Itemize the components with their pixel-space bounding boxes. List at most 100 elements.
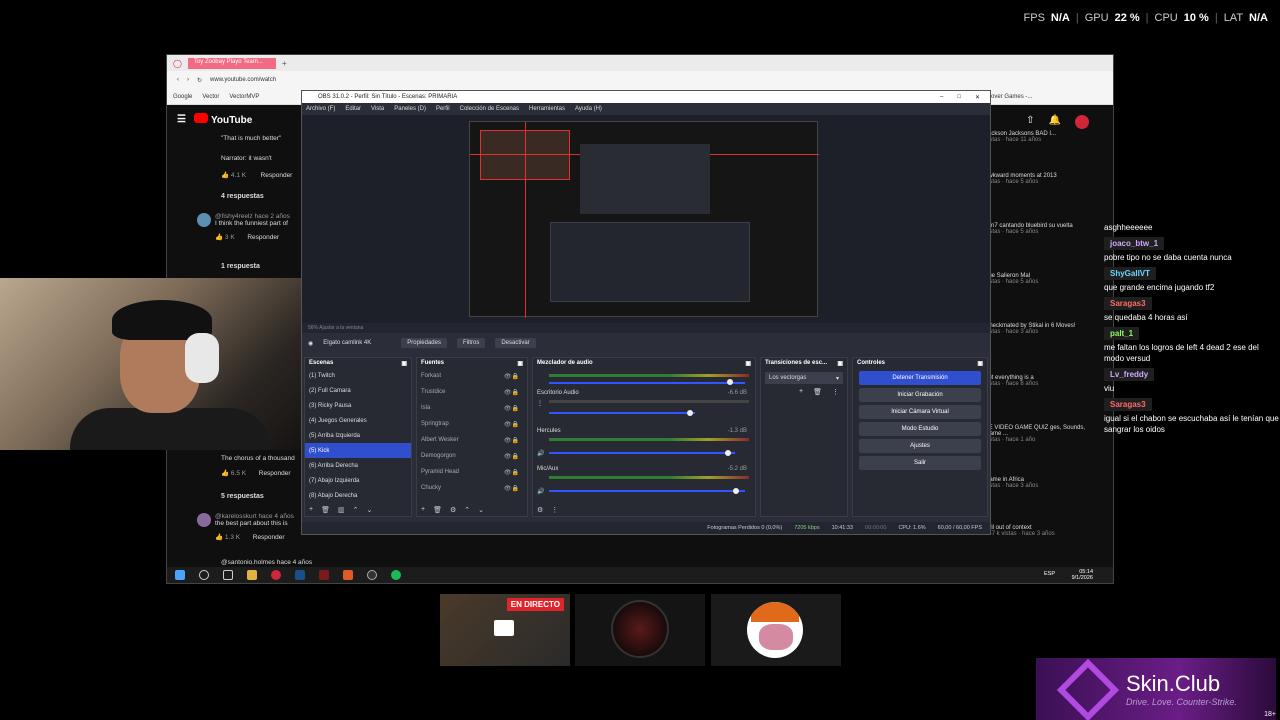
dock-menu-icon[interactable]: ▣	[401, 360, 407, 367]
live-card[interactable]: EN DIRECTO	[440, 594, 570, 666]
channel-menu-icon[interactable]: ⋮	[537, 400, 543, 407]
menu-coleccion[interactable]: Colección de Escenas	[460, 106, 519, 112]
bell-icon[interactable]: 🔔	[1049, 115, 1061, 129]
obs-preview[interactable]	[302, 115, 990, 323]
explorer-icon[interactable]	[247, 570, 257, 580]
gear-icon[interactable]: ⚙	[450, 506, 456, 514]
forward-icon[interactable]: ›	[187, 77, 189, 83]
volume-fader[interactable]	[549, 412, 695, 414]
source-item[interactable]: Pyramid Head 👁🔒	[417, 464, 527, 480]
menu-dots-icon[interactable]: ⋮	[832, 388, 839, 396]
rec-item[interactable]: TE VIDEO GAME QUIZ ges, Sounds, Game ...…	[985, 425, 1103, 443]
menu-vista[interactable]: Vista	[371, 106, 384, 112]
opera-icon[interactable]: ◯	[173, 59, 182, 68]
dock-menu-icon[interactable]: ▣	[837, 360, 843, 367]
bookmark-vector[interactable]: Vector	[202, 94, 219, 100]
avatar[interactable]	[197, 513, 211, 527]
rec-item[interactable]: evil out of context 947 k vistas · hace 3…	[985, 525, 1103, 537]
visibility-icon[interactable]: 👁🔒	[504, 437, 519, 444]
menu-archivo[interactable]: Archivo (F)	[306, 106, 335, 112]
rec-item[interactable]: but everything is a vistas · hace 8 años	[985, 375, 1103, 387]
youtube-logo[interactable]: YouTube	[193, 113, 252, 126]
reply-button[interactable]: Responder	[259, 470, 291, 477]
menu-paneles[interactable]: Paneles (D)	[394, 106, 426, 112]
opera-taskbar-icon[interactable]	[271, 570, 281, 580]
volume-fader[interactable]	[549, 490, 745, 492]
rec-item[interactable]: Name in Africa vistas · hace 3 años	[985, 477, 1103, 489]
menu-herramientas[interactable]: Herramientas	[529, 106, 565, 112]
profile-avatar[interactable]	[1075, 115, 1089, 129]
visibility-icon[interactable]: 👁🔒	[504, 373, 519, 380]
visibility-icon[interactable]: 👁🔒	[504, 485, 519, 492]
scene-item[interactable]: (5) Arriba Izquierda	[305, 428, 411, 443]
back-icon[interactable]: ‹	[177, 77, 179, 83]
menu-ayuda[interactable]: Ayuda (H)	[575, 106, 602, 112]
spotify-icon[interactable]	[391, 570, 401, 580]
deactivate-button[interactable]: Desactivar	[495, 338, 536, 348]
settings-button[interactable]: Ajustes	[859, 439, 981, 453]
add-icon[interactable]: +	[799, 388, 803, 396]
reply-button[interactable]: Responder	[261, 172, 293, 179]
visibility-icon[interactable]: 👁🔒	[504, 405, 519, 412]
browser-tab[interactable]: Toy Zoobay Playo Team...	[187, 57, 276, 69]
comment-author[interactable]: @karelosskurt hace 4 años	[215, 513, 294, 520]
trash-icon[interactable]: 🗑	[813, 388, 822, 396]
source-item[interactable]: Chucky 👁🔒	[417, 480, 527, 496]
visibility-icon[interactable]: 👁🔒	[504, 421, 519, 428]
exit-button[interactable]: Salir	[859, 456, 981, 470]
dock-menu-icon[interactable]: ▣	[745, 360, 751, 367]
preview-capture[interactable]	[469, 121, 819, 318]
menu-icon[interactable]: ☰	[177, 114, 186, 125]
add-icon[interactable]: +	[309, 506, 313, 514]
volume-fader[interactable]	[549, 382, 745, 384]
rec-item[interactable]: que Salieron Mal vistas · hace 5 años	[985, 273, 1103, 285]
speaker-icon[interactable]: 🔊	[537, 488, 544, 495]
minimize-icon[interactable]: –	[940, 94, 943, 101]
reply-button[interactable]: Responder	[253, 534, 285, 541]
scene-item[interactable]: (1) Twitch	[305, 368, 411, 383]
fader-knob[interactable]	[727, 379, 733, 385]
start-recording-button[interactable]: Iniciar Grabación	[859, 388, 981, 402]
like-icon[interactable]: 👍	[221, 172, 229, 179]
bookmark-vectormvp[interactable]: VectorMVP	[229, 94, 259, 100]
source-item[interactable]: Springtrap 👁🔒	[417, 416, 527, 432]
add-icon[interactable]: +	[421, 506, 425, 514]
replies-toggle[interactable]: 4 respuestas	[221, 193, 264, 200]
source-item[interactable]: Albert Wesker 👁🔒	[417, 432, 527, 448]
reload-icon[interactable]: ↻	[197, 77, 202, 84]
menu-perfil[interactable]: Perfil	[436, 106, 450, 112]
visibility-icon[interactable]: 👁🔒	[504, 453, 519, 460]
stop-stream-button[interactable]: Detener Transmisión	[859, 371, 981, 385]
bookmark-google[interactable]: Google	[173, 94, 192, 100]
replies-toggle[interactable]: 1 respuesta	[221, 263, 260, 270]
menu-editar[interactable]: Editar	[345, 106, 361, 112]
scene-item[interactable]: (8) Abajo Derecha	[305, 488, 411, 503]
up-icon[interactable]: ⌃	[353, 506, 359, 514]
app-icon[interactable]	[319, 570, 329, 580]
visibility-icon[interactable]: 👁🔒	[504, 389, 519, 396]
scene-item[interactable]: (4) Juegos Generales	[305, 413, 411, 428]
filters-button[interactable]: Filtros	[456, 338, 486, 348]
rec-item[interactable]: awkward moments at 2013 vistas · hace 5 a…	[985, 173, 1103, 185]
scene-item[interactable]: (7) Abajo Izquierda	[305, 473, 411, 488]
studio-mode-button[interactable]: Modo Estudio	[859, 422, 981, 436]
up-icon[interactable]: ⌃	[464, 506, 470, 514]
start-virtualcam-button[interactable]: Iniciar Cámara Virtual	[859, 405, 981, 419]
taskbar-clock[interactable]: ESP 05:14 9/1/2026	[1044, 569, 1093, 581]
replies-toggle[interactable]: 5 respuestas	[221, 493, 264, 500]
address-bar[interactable]: ‹ › ↻ www.youtube.com/watch	[167, 71, 1113, 89]
filter-icon[interactable]: ▥	[338, 506, 345, 514]
down-icon[interactable]: ⌄	[366, 506, 372, 514]
source-item[interactable]: Demogorgon 👁🔒	[417, 448, 527, 464]
fader-knob[interactable]	[687, 410, 693, 416]
scene-item[interactable]: (3) Ricky Pausa	[305, 398, 411, 413]
new-tab-icon[interactable]: +	[282, 59, 287, 68]
avatar[interactable]	[197, 213, 211, 227]
start-icon[interactable]	[175, 570, 185, 580]
reply-button[interactable]: Responder	[247, 234, 279, 241]
volume-fader[interactable]	[549, 452, 735, 454]
brave-icon[interactable]	[343, 570, 353, 580]
upload-icon[interactable]: ⇧	[1026, 115, 1034, 129]
scene-item-selected[interactable]: (5) Kick	[305, 443, 411, 458]
dock-menu-icon[interactable]: ▣	[977, 360, 983, 367]
